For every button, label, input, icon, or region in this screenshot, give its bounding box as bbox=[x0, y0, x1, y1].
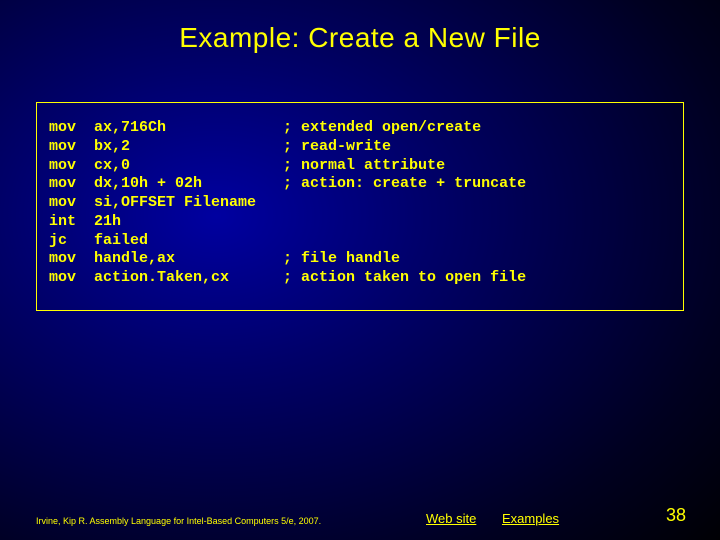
code-listing: mov ax,716Ch ; extended open/create mov … bbox=[49, 119, 671, 288]
code-box: mov ax,716Ch ; extended open/create mov … bbox=[36, 102, 684, 311]
citation-text: Irvine, Kip R. Assembly Language for Int… bbox=[36, 516, 386, 526]
page-number: 38 bbox=[666, 505, 690, 526]
website-link[interactable]: Web site bbox=[426, 511, 476, 526]
examples-link[interactable]: Examples bbox=[502, 511, 559, 526]
footer: Irvine, Kip R. Assembly Language for Int… bbox=[0, 505, 720, 526]
footer-links: Web site Examples bbox=[386, 511, 666, 526]
slide-title: Example: Create a New File bbox=[0, 0, 720, 54]
